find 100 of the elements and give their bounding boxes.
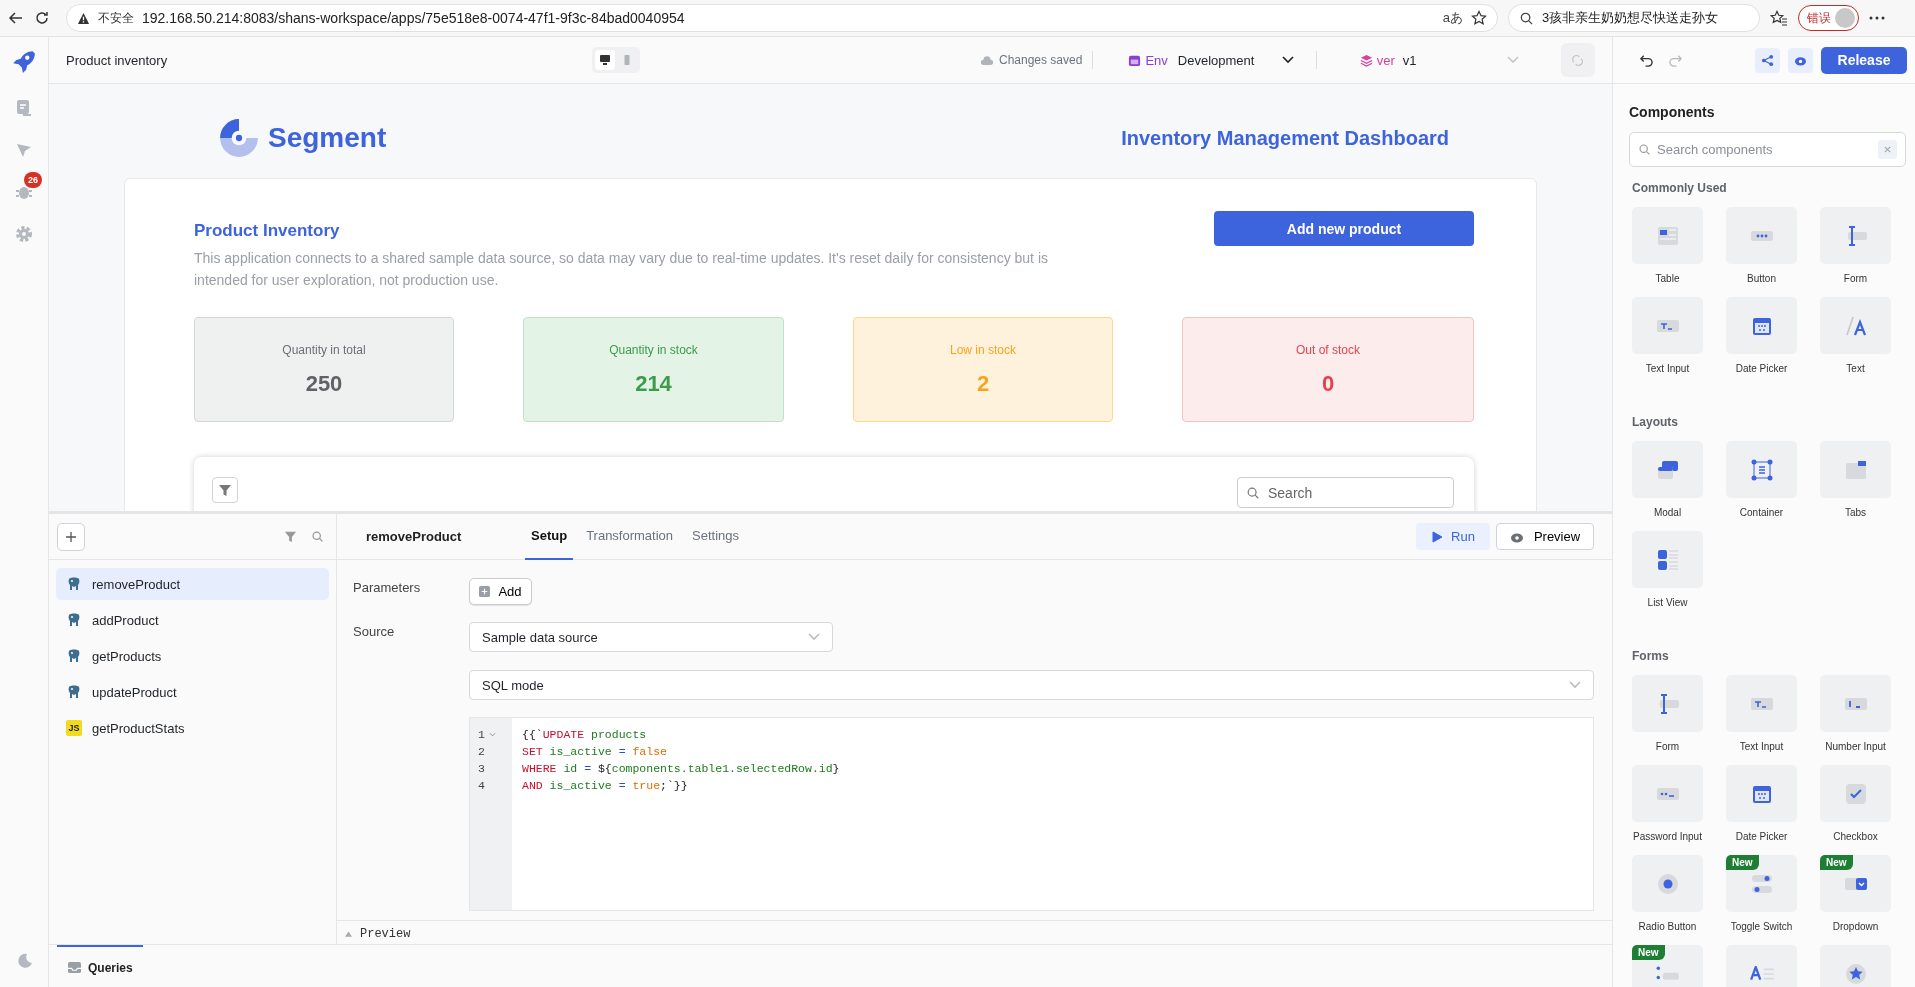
- desktop-view-button[interactable]: [595, 50, 615, 70]
- query-item[interactable]: addProduct: [56, 604, 329, 636]
- component-label: Toggle Switch: [1730, 921, 1793, 934]
- settings-icon[interactable]: [14, 224, 34, 244]
- add-query-button[interactable]: [57, 522, 85, 551]
- component-label: Date Picker: [1735, 363, 1788, 376]
- component-tile[interactable]: New: [1820, 855, 1891, 912]
- add-product-button[interactable]: Add new product: [1214, 211, 1474, 246]
- save-status: Changes saved: [999, 53, 1083, 67]
- app-name: Product inventory: [66, 52, 169, 68]
- queries-tab[interactable]: Queries: [57, 945, 143, 987]
- component-tile[interactable]: [1632, 207, 1703, 264]
- version-select[interactable]: ver v1: [1359, 52, 1519, 68]
- query-item[interactable]: JS getProductStats: [56, 712, 329, 744]
- component-tile[interactable]: New: [1726, 855, 1797, 912]
- container-icon: [1749, 457, 1774, 482]
- search-icon: [1519, 10, 1534, 26]
- fold-icon[interactable]: [488, 731, 496, 738]
- chevron-down-icon: [1281, 56, 1294, 64]
- mode-select[interactable]: SQL mode: [469, 670, 1594, 700]
- section-heading: Layouts: [1632, 415, 1679, 429]
- plus-icon: [65, 530, 77, 543]
- component-tile[interactable]: [1726, 207, 1797, 264]
- notification-badge: 26: [24, 172, 42, 188]
- line-number: 1: [478, 728, 485, 741]
- read-aloud-button[interactable]: aあ: [1442, 9, 1463, 27]
- editor-tab[interactable]: Setup: [525, 513, 574, 560]
- back-icon[interactable]: [8, 10, 24, 26]
- component-tile[interactable]: [1632, 441, 1703, 498]
- code-editor[interactable]: 1 2 3 4 {{`UPDATE products SET is_active = false WHERE id = ${components.table1.selectedRow.id} AND is_active = true;`}}: [469, 717, 1594, 911]
- more-icon[interactable]: [1869, 16, 1885, 20]
- component-label: Form: [1655, 741, 1680, 754]
- component-tile[interactable]: [1632, 297, 1703, 354]
- component-tile[interactable]: [1726, 441, 1797, 498]
- inbox-icon: [67, 961, 82, 974]
- component-label: Tabs: [1844, 507, 1867, 520]
- stat-value: 214: [635, 370, 672, 397]
- component-tile[interactable]: New: [1632, 945, 1703, 987]
- run-button[interactable]: Run: [1416, 523, 1490, 550]
- editor-tab[interactable]: Settings: [686, 513, 746, 560]
- component-tile[interactable]: [1632, 675, 1703, 732]
- clear-button[interactable]: [1878, 140, 1897, 159]
- dashboard-title: Inventory Management Dashboard: [1121, 126, 1449, 150]
- component-tile[interactable]: [1820, 297, 1891, 354]
- field-label: Parameters: [353, 579, 422, 595]
- filter-button[interactable]: [212, 477, 238, 503]
- component-tile[interactable]: [1820, 441, 1891, 498]
- code-line: SET is_active = false: [522, 744, 668, 760]
- component-tile[interactable]: [1726, 297, 1797, 354]
- stat-value: 2: [976, 370, 990, 397]
- environment-select[interactable]: Env Development: [1128, 52, 1294, 68]
- brand-name: Segment: [268, 122, 387, 154]
- component-tile[interactable]: [1632, 531, 1703, 588]
- filter-icon[interactable]: [284, 530, 297, 543]
- preview-button[interactable]: Preview: [1496, 523, 1594, 550]
- profile-button[interactable]: 错误: [1798, 5, 1859, 31]
- address-bar[interactable]: 不安全 192.168.50.214:8083/shans-workspace/apps/75e518e8-0074-47f1-9f3c-84bad0040954 aあ: [66, 4, 1498, 32]
- component-label: Text: [1846, 363, 1865, 376]
- section-heading: Forms: [1632, 649, 1670, 663]
- code-line: {{`UPDATE products: [522, 727, 648, 743]
- search-icon[interactable]: [311, 530, 324, 543]
- component-tile[interactable]: [1820, 675, 1891, 732]
- field-label: Source: [353, 623, 396, 639]
- component-label: Form: [1843, 273, 1868, 286]
- browser-search-field[interactable]: 3孩非亲生奶奶想尽快送走孙女: [1508, 4, 1760, 32]
- component-search-field[interactable]: Search components: [1629, 132, 1906, 167]
- code-line: WHERE id = ${components.table1.selectedRow.id}: [522, 761, 840, 777]
- stat-value: 250: [305, 370, 343, 397]
- reload-icon[interactable]: [34, 10, 50, 26]
- refresh-button[interactable]: [1560, 43, 1595, 77]
- component-tile[interactable]: [1726, 675, 1797, 732]
- source-select[interactable]: Sample data source: [469, 622, 833, 652]
- component-tile[interactable]: [1632, 855, 1703, 912]
- query-item[interactable]: updateProduct: [56, 676, 329, 708]
- component-label: Dropdown: [1832, 921, 1879, 934]
- component-tile[interactable]: [1820, 765, 1891, 822]
- section-title: Product Inventory: [194, 221, 341, 241]
- table-search-field[interactable]: Search: [1237, 477, 1454, 508]
- component-tile[interactable]: [1726, 765, 1797, 822]
- undo-icon[interactable]: [1639, 53, 1654, 67]
- share-button[interactable]: [1755, 47, 1780, 73]
- component-tile[interactable]: [1632, 765, 1703, 822]
- triangle-up-icon: [345, 931, 352, 937]
- preview-app-button[interactable]: [1788, 47, 1813, 73]
- redo-icon[interactable]: [1668, 53, 1683, 67]
- pages-icon[interactable]: [14, 98, 34, 118]
- segment-logo-icon: [218, 117, 260, 159]
- component-label: List View: [1647, 597, 1688, 610]
- component-tile[interactable]: [1726, 945, 1797, 987]
- release-button[interactable]: Release: [1821, 46, 1907, 74]
- star-icon[interactable]: [1471, 10, 1487, 26]
- component-tile[interactable]: [1820, 945, 1891, 987]
- query-item[interactable]: removeProduct: [56, 568, 329, 600]
- add-parameter-button[interactable]: Add: [469, 578, 532, 605]
- component-tile[interactable]: [1820, 207, 1891, 264]
- line-number: 4: [478, 779, 485, 792]
- favorites-icon[interactable]: [1770, 10, 1788, 26]
- editor-tab[interactable]: Transformation: [580, 513, 680, 560]
- line-number: 3: [478, 762, 485, 775]
- query-item[interactable]: getProducts: [56, 640, 329, 672]
